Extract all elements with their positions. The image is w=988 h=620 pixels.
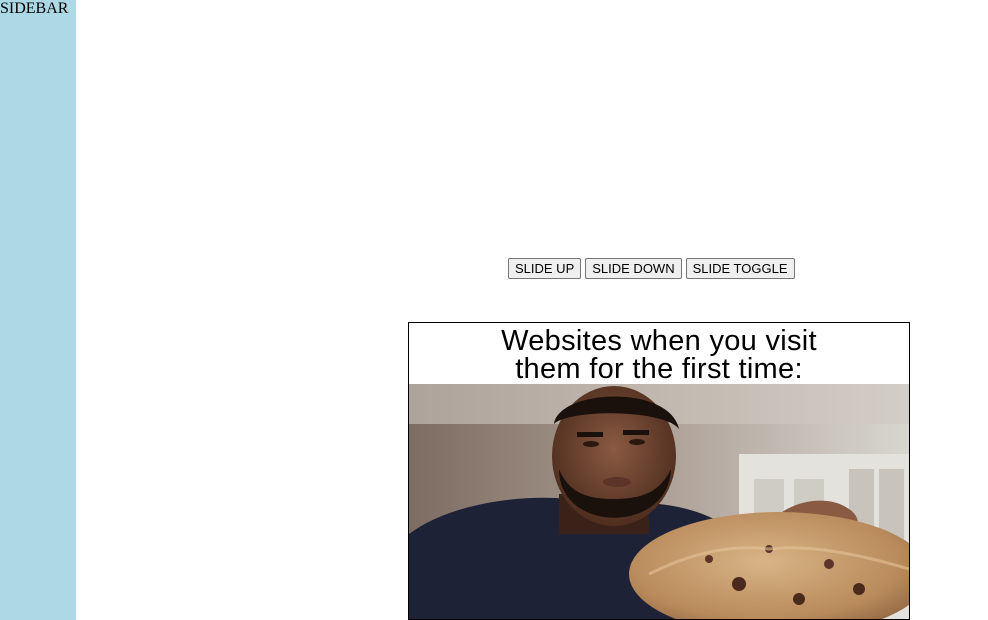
sidebar: SIDEBAR [0, 0, 76, 620]
photo-brow [577, 432, 603, 437]
meme-photo [409, 384, 909, 619]
meme-caption: Websites when you visit them for the fir… [409, 323, 909, 384]
photo-chocolate-chip [824, 559, 834, 569]
slide-controls: SLIDE UP SLIDE DOWN SLIDE TOGGLE [508, 258, 795, 279]
photo-chocolate-chip [705, 555, 713, 563]
photo-chocolate-chip [853, 583, 865, 595]
photo-eye [583, 441, 599, 447]
photo-chocolate-chip [732, 577, 746, 591]
slide-up-button[interactable]: SLIDE UP [508, 258, 582, 279]
meme-caption-line-2: them for the first time: [515, 353, 803, 385]
slide-toggle-button[interactable]: SLIDE TOGGLE [685, 258, 795, 279]
photo-chocolate-chip [793, 593, 805, 605]
slide-down-button[interactable]: SLIDE DOWN [585, 258, 682, 279]
main-content: SLIDE UP SLIDE DOWN SLIDE TOGGLE Website… [76, 0, 988, 620]
photo-eye [629, 439, 645, 445]
photo-mouth [603, 477, 631, 487]
meme-caption-line-1: Websites when you visit [501, 325, 817, 357]
meme-image: Websites when you visit them for the fir… [408, 322, 910, 620]
photo-brow [623, 430, 649, 435]
sidebar-label: SIDEBAR [0, 0, 69, 17]
